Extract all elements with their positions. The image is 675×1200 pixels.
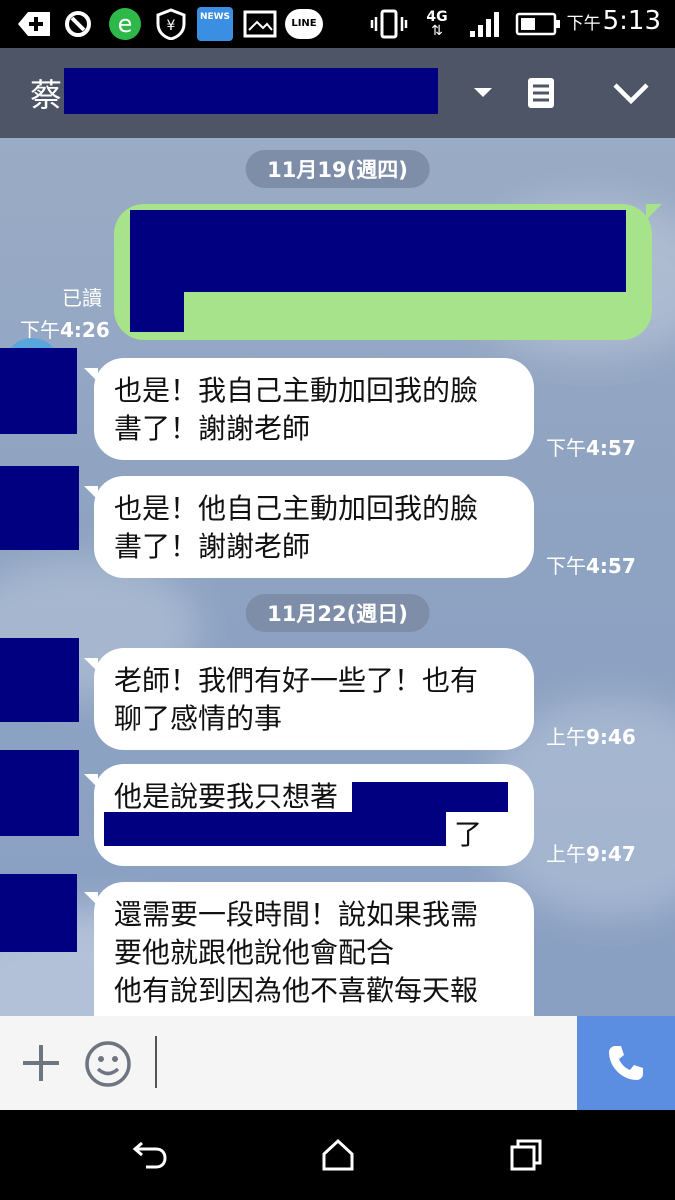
- network-4g-icon: 4G ⇅: [426, 9, 448, 39]
- incoming-message[interactable]: 也是！我自己主動加回我的臉 書了！謝謝老師: [84, 358, 534, 460]
- battery-icon: [514, 8, 562, 40]
- browser-icon: e: [106, 8, 144, 40]
- message-line: 老師！我們有好一些了！也有: [114, 664, 479, 697]
- phone-icon: [609, 1046, 643, 1080]
- sync-icon: [60, 8, 96, 40]
- redacted-avatar: [0, 874, 77, 952]
- status-bar: e ¥ NEWS LINE 4G ⇅ 下午 5:13: [0, 0, 675, 48]
- message-line: 還需要一段時間！說如果我需: [114, 898, 479, 931]
- status-time-value: 5:13: [602, 6, 661, 36]
- collapse-chevron-icon[interactable]: [606, 68, 656, 118]
- message-line: 要他就跟他說他會配合: [114, 936, 395, 969]
- message-line: 書了！謝謝老師: [114, 530, 311, 563]
- shield-icon: ¥: [154, 8, 188, 40]
- message-time: 上午9:47: [546, 842, 636, 866]
- message-line: 書了！謝謝老師: [114, 412, 311, 445]
- redacted-text: [130, 292, 184, 332]
- date-separator: 11月19(週四): [245, 150, 430, 188]
- emoji-icon[interactable]: [84, 1040, 132, 1088]
- recent-apps-icon[interactable]: [506, 1135, 546, 1175]
- notes-icon[interactable]: [516, 68, 566, 118]
- chat-area[interactable]: 11月19(週四) 已讀 下午4:26 也是！我自己主動加回我的臉 書了！謝謝老…: [0, 138, 675, 1016]
- read-receipt: 已讀: [62, 286, 102, 310]
- signal-icon: [466, 8, 506, 40]
- message-time: 下午4:57: [546, 436, 636, 460]
- message-time: 上午9:46: [546, 725, 636, 749]
- news-icon: NEWS: [196, 7, 234, 41]
- line-icon: LINE: [284, 8, 324, 40]
- incoming-message[interactable]: 也是！他自己主動加回我的臉 書了！謝謝老師: [84, 476, 534, 578]
- redacted-text: [104, 812, 446, 846]
- incoming-message[interactable]: 他是說要我只想著 了: [84, 764, 534, 866]
- system-nav-bar: [0, 1110, 675, 1200]
- svg-text:e: e: [118, 10, 133, 38]
- svg-text:¥: ¥: [167, 18, 176, 34]
- redacted-avatar: [0, 466, 79, 550]
- date-separator: 11月22(週日): [245, 594, 430, 632]
- redacted-text: [130, 210, 626, 292]
- contact-name[interactable]: 蔡: [30, 70, 62, 116]
- redacted-text: [352, 782, 508, 812]
- outgoing-message[interactable]: [114, 204, 662, 340]
- redacted-avatar: [0, 638, 79, 722]
- message-line: 也是！他自己主動加回我的臉: [114, 492, 479, 525]
- news-icon-label: NEWS: [197, 7, 233, 41]
- message-time: 下午4:57: [546, 554, 636, 578]
- message-line: 也是！我自己主動加回我的臉: [114, 374, 479, 407]
- chevron-down-icon[interactable]: [458, 68, 508, 118]
- input-bar: [0, 1016, 675, 1110]
- home-icon[interactable]: [318, 1135, 358, 1175]
- plus-icon[interactable]: [20, 1042, 62, 1084]
- redacted-contact-name: [64, 68, 438, 114]
- redacted-avatar: [0, 750, 79, 836]
- add-icon: [14, 8, 54, 40]
- incoming-message[interactable]: 老師！我們有好一些了！也有 聊了感情的事: [84, 648, 534, 750]
- status-time: 下午 5:13: [567, 6, 661, 36]
- call-button[interactable]: [577, 1016, 675, 1110]
- back-icon[interactable]: [130, 1135, 170, 1175]
- incoming-message[interactable]: 還需要一段時間！說如果我需 要他就跟他說他會配合 他有說到因為他不喜歡每天報: [84, 882, 534, 1016]
- redacted-avatar: [0, 348, 77, 434]
- status-time-prefix: 下午: [566, 14, 601, 34]
- chat-header: 蔡: [0, 48, 675, 138]
- message-line: 聊了感情的事: [114, 702, 283, 735]
- message-line: 他有說到因為他不喜歡每天報: [114, 974, 479, 1007]
- message-input[interactable]: [155, 1036, 157, 1088]
- line-icon-label: LINE: [285, 9, 323, 39]
- vibrate-icon: [370, 8, 408, 40]
- network-label: 4G: [426, 9, 448, 25]
- gallery-icon: [242, 8, 278, 40]
